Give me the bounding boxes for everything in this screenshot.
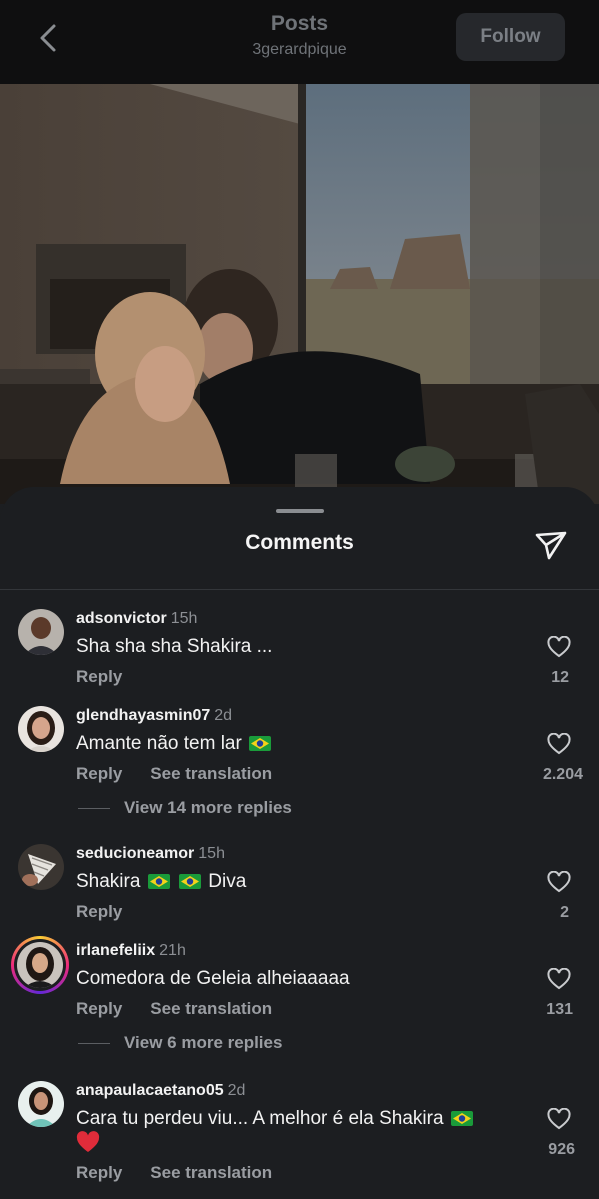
reply-button[interactable]: Reply bbox=[76, 999, 122, 1018]
comment-time: 15h bbox=[198, 845, 225, 862]
comment-time: 2d bbox=[227, 1082, 246, 1099]
replies-divider bbox=[78, 1043, 110, 1045]
reply-button[interactable]: Reply bbox=[76, 764, 122, 783]
see-translation-button[interactable]: See translation bbox=[150, 1163, 272, 1182]
comment-text: Sha sha sha Shakira ... bbox=[76, 636, 273, 657]
view-more-replies[interactable]: View 14 more replies bbox=[78, 798, 292, 818]
post-image bbox=[0, 84, 599, 504]
see-translation-button[interactable]: See translation bbox=[150, 764, 272, 783]
view-more-replies-label: View 14 more replies bbox=[124, 798, 292, 817]
avatar[interactable] bbox=[18, 1081, 64, 1127]
replies-divider bbox=[78, 808, 110, 810]
heart-outline-icon[interactable] bbox=[547, 968, 571, 990]
heart-outline-icon[interactable] bbox=[547, 733, 571, 755]
paper-plane-icon[interactable] bbox=[534, 529, 568, 561]
comment-username[interactable]: seducioneamor bbox=[76, 845, 194, 862]
comment-time: 2d bbox=[214, 707, 233, 724]
like-count: 2 bbox=[560, 904, 569, 921]
brazil-flag-icon bbox=[450, 1111, 473, 1126]
sheet-divider bbox=[0, 589, 599, 590]
avatar[interactable] bbox=[18, 844, 64, 890]
top-bar: Posts 3gerardpique Follow bbox=[0, 0, 599, 84]
post-photo[interactable] bbox=[0, 84, 599, 504]
see-translation-button[interactable]: See translation bbox=[150, 999, 272, 1018]
comment-time: 21h bbox=[159, 942, 186, 959]
comment-time: 15h bbox=[170, 610, 198, 627]
comment-username[interactable]: adsonvictor bbox=[76, 610, 167, 627]
avatar bbox=[17, 942, 63, 988]
reply-button[interactable]: Reply bbox=[76, 902, 122, 921]
comments-title: Comments bbox=[245, 531, 354, 554]
like-count: 131 bbox=[546, 1001, 573, 1018]
brazil-flag-icon bbox=[178, 874, 201, 889]
like-count: 926 bbox=[548, 1141, 575, 1158]
avatar[interactable] bbox=[18, 609, 64, 655]
comment-text: Shakira bbox=[76, 871, 141, 892]
comments-sheet: Comments adsonvictor 15h Sha sha sha Shak… bbox=[0, 487, 599, 1199]
like-count: 12 bbox=[551, 669, 569, 686]
view-more-replies[interactable]: View 6 more replies bbox=[78, 1033, 282, 1053]
follow-button[interactable]: Follow bbox=[456, 13, 565, 61]
story-ring[interactable] bbox=[11, 936, 69, 994]
heart-outline-icon[interactable] bbox=[547, 636, 571, 658]
brazil-flag-icon bbox=[249, 736, 272, 751]
avatar[interactable] bbox=[18, 706, 64, 752]
comment-username[interactable]: glendhayasmin07 bbox=[76, 707, 210, 724]
comment-username[interactable]: anapaulacaetano05 bbox=[76, 1082, 224, 1099]
comment-text: Diva bbox=[208, 871, 247, 892]
red-heart-icon bbox=[76, 1131, 100, 1152]
heart-outline-icon[interactable] bbox=[547, 1108, 571, 1130]
heart-outline-icon[interactable] bbox=[547, 871, 571, 893]
reply-button[interactable]: Reply bbox=[76, 1163, 122, 1182]
comment-text: Amante não tem lar bbox=[76, 733, 242, 754]
sheet-drag-handle[interactable] bbox=[276, 509, 324, 513]
like-count: 2.204 bbox=[542, 766, 583, 783]
view-more-replies-label: View 6 more replies bbox=[124, 1033, 283, 1052]
comment-text: Cara tu perdeu viu... A melhor é ela Sha… bbox=[76, 1108, 444, 1129]
comment-text: Comedora de Geleia alheiaaaaa bbox=[76, 968, 350, 989]
brazil-flag-icon bbox=[147, 874, 170, 889]
comment-username[interactable]: irlanefeliix bbox=[76, 942, 155, 959]
reply-button[interactable]: Reply bbox=[76, 667, 122, 686]
